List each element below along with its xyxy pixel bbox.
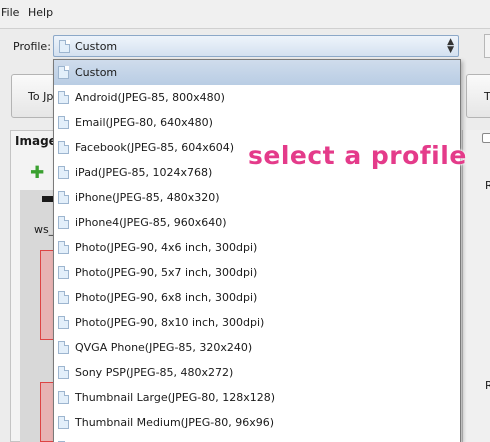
profile-option[interactable]: Email(JPEG-80, 640x480) (54, 110, 460, 135)
profile-option-label: Custom (75, 66, 118, 79)
right-action-label: T (484, 90, 490, 103)
profile-option-label: Photo(JPEG-90, 6x8 inch, 300dpi) (75, 291, 258, 304)
profile-option[interactable]: Sony PSP(JPEG-85, 480x272) (54, 360, 460, 385)
profile-file-icon (58, 241, 69, 254)
profile-dropdown-list: Custom Android(JPEG-85, 800x480) Email(JPE… (53, 59, 461, 442)
right-panel-label: R (485, 379, 490, 392)
right-action-button[interactable]: T (466, 74, 490, 118)
profile-option-label: Android(JPEG-85, 800x480) (75, 91, 225, 104)
profile-file-icon (58, 166, 69, 179)
profile-option[interactable]: Photo(JPEG-90, 4x6 inch, 300dpi) (54, 235, 460, 260)
right-edge-button[interactable] (484, 34, 490, 58)
profile-file-icon (58, 416, 69, 429)
profile-option[interactable]: Photo(JPEG-90, 5x7 inch, 300dpi) (54, 260, 460, 285)
profile-option-label: iPad(JPEG-85, 1024x768) (75, 166, 213, 179)
profile-file-icon (58, 391, 69, 404)
thumbnail-filename: ws_ (34, 223, 55, 236)
profile-file-icon (58, 141, 69, 154)
profile-option[interactable]: Thumbnail Medium(JPEG-80, 96x96) (54, 410, 460, 435)
profile-option-label: Email(JPEG-80, 640x480) (75, 116, 213, 129)
profile-option-label: Thumbnail Large(JPEG-80, 128x128) (75, 391, 276, 404)
profile-file-icon (58, 341, 69, 354)
profile-option-label: QVGA Phone(JPEG-85, 320x240) (75, 341, 253, 354)
profile-file-icon (58, 366, 69, 379)
menu-bar (0, 0, 490, 29)
profile-file-icon (58, 191, 69, 204)
profile-option[interactable]: QVGA Phone(JPEG-85, 320x240) (54, 335, 460, 360)
profile-option-label: iPhone(JPEG-85, 480x320) (75, 191, 220, 204)
profile-option[interactable]: iPhone4(JPEG-85, 960x640) (54, 210, 460, 235)
profile-option-label: Photo(JPEG-90, 5x7 inch, 300dpi) (75, 266, 258, 279)
profile-file-icon (59, 40, 70, 53)
profile-file-icon (58, 216, 69, 229)
profile-file-icon (58, 316, 69, 329)
profile-label: Profile: (13, 40, 51, 53)
right-panel-label: R (485, 179, 490, 192)
profile-file-icon (58, 291, 69, 304)
right-panel (462, 130, 490, 442)
add-image-icon[interactable]: ✚ (30, 163, 44, 183)
profile-file-icon (58, 66, 69, 79)
profile-option-label: iPhone4(JPEG-85, 960x640) (75, 216, 227, 229)
convert-button-label: To Jp (28, 90, 54, 103)
profile-option[interactable]: Custom (54, 60, 460, 85)
profile-select[interactable]: Custom ▲ ▼ (53, 35, 459, 57)
profile-option-label: Photo(JPEG-90, 8x10 inch, 300dpi) (75, 316, 265, 329)
profile-option-label: Sony PSP(JPEG-85, 480x272) (75, 366, 234, 379)
annotation-text: select a profile (248, 141, 467, 170)
menu-help[interactable]: Help (28, 6, 53, 19)
profile-file-icon (58, 266, 69, 279)
profile-option[interactable]: Thumbnail Large(JPEG-80, 128x128) (54, 385, 460, 410)
image-panel-title: Image (15, 134, 57, 148)
profile-option-label: Facebook(JPEG-85, 604x604) (75, 141, 235, 154)
profile-option-partial[interactable] (54, 435, 460, 442)
profile-selected-value: Custom (75, 40, 118, 53)
profile-option-label: Photo(JPEG-90, 4x6 inch, 300dpi) (75, 241, 258, 254)
profile-file-icon (58, 116, 69, 129)
profile-option[interactable]: Photo(JPEG-90, 8x10 inch, 300dpi) (54, 310, 460, 335)
menu-file[interactable]: File (1, 6, 19, 19)
profile-option[interactable]: Android(JPEG-85, 800x480) (54, 85, 460, 110)
profile-file-icon (58, 91, 69, 104)
profile-option[interactable]: Photo(JPEG-90, 6x8 inch, 300dpi) (54, 285, 460, 310)
right-panel-checkbox[interactable] (482, 133, 490, 143)
profile-option-label: Thumbnail Medium(JPEG-80, 96x96) (75, 416, 275, 429)
profile-option[interactable]: iPhone(JPEG-85, 480x320) (54, 185, 460, 210)
updown-arrows-icon: ▲ ▼ (447, 37, 454, 55)
